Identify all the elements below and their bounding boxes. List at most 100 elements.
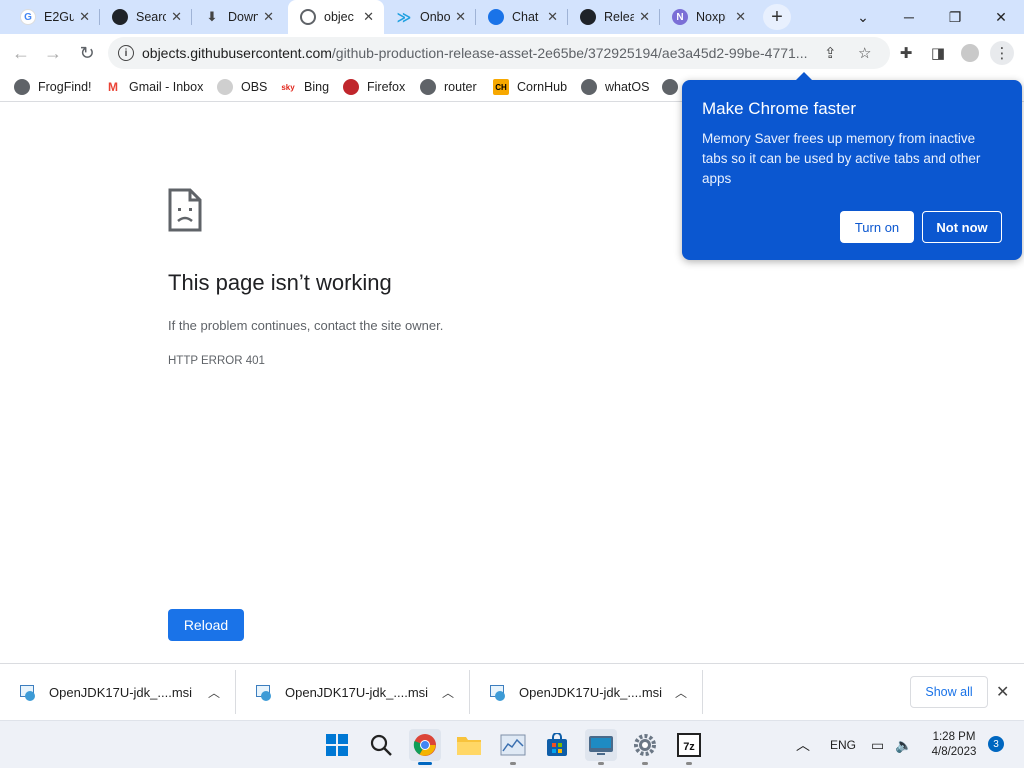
close-icon[interactable]: ✕ (735, 9, 746, 25)
bookmark-bing[interactable]: sky Bing (280, 77, 329, 97)
forward-button[interactable]: → (38, 38, 68, 68)
maximize-button[interactable]: ❐ (932, 0, 978, 34)
close-icon[interactable]: ✕ (171, 9, 182, 25)
taskbar-7zip[interactable]: 7z (673, 729, 705, 765)
new-tab-button[interactable]: + (763, 4, 791, 30)
reload-page-button[interactable]: Reload (168, 609, 244, 641)
chevron-up-icon[interactable]: ︿ (675, 684, 687, 701)
download-item[interactable]: OpenJDK17U-jdk_....msi ︿ (0, 664, 236, 721)
not-now-button[interactable]: Not now (922, 211, 1002, 243)
bookmark-gmail[interactable]: M Gmail - Inbox (105, 77, 203, 97)
close-shelf-icon[interactable]: ✕ (996, 682, 1009, 702)
taskbar-store[interactable] (541, 729, 573, 761)
gmail-icon: M (105, 79, 121, 95)
download-item[interactable]: OpenJDK17U-jdk_....msi ︿ (236, 664, 470, 721)
github-icon (217, 79, 233, 95)
tab-noxplayer[interactable]: N Noxplayer ✕ (660, 0, 756, 34)
menu-icon[interactable]: ⋮ (990, 41, 1014, 65)
clock[interactable]: 1:28 PM 4/8/2023 (926, 730, 982, 760)
close-icon[interactable]: ✕ (363, 9, 374, 25)
chart-app-icon (500, 734, 526, 756)
tab-objects[interactable]: objects ✕ (288, 0, 384, 34)
side-panel-icon[interactable]: ◨ (926, 41, 950, 65)
turn-on-button[interactable]: Turn on (840, 211, 914, 243)
search-button[interactable] (365, 729, 397, 761)
bookmark-firefox[interactable]: Firefox (343, 77, 405, 97)
bookmark-obs[interactable]: OBS (217, 77, 267, 97)
start-button[interactable] (321, 729, 353, 761)
taskbar-chrome[interactable] (409, 729, 441, 765)
share-icon[interactable]: ⇪ (824, 44, 837, 62)
github-icon (112, 9, 128, 25)
chevron-up-icon[interactable]: ︿ (208, 684, 220, 701)
reload-button[interactable]: ↻ (72, 38, 102, 68)
minimize-button[interactable]: ─ (886, 0, 932, 34)
clock-time: 1:28 PM (932, 731, 976, 743)
tab-downloads[interactable]: ⬇ Downloads ✕ (192, 0, 284, 34)
chevron-up-icon[interactable]: ︿ (442, 684, 454, 701)
download-item[interactable]: OpenJDK17U-jdk_....msi ︿ (470, 664, 703, 721)
language-indicator[interactable]: ENG (830, 721, 856, 768)
tab-e2guardian[interactable]: G E2Guardian ✕ (8, 0, 100, 34)
close-icon[interactable]: ✕ (263, 9, 274, 25)
bookmark-label: FrogFind! (38, 80, 92, 94)
network-icon[interactable]: ▭ (871, 721, 884, 768)
tab-search-chevron-icon[interactable]: ⌄ (840, 0, 886, 34)
tab-search[interactable]: Search ✕ (100, 0, 192, 34)
svg-text:7z: 7z (683, 741, 695, 753)
bookmark-star-icon[interactable]: ☆ (858, 44, 871, 62)
download-shelf: OpenJDK17U-jdk_....msi ︿ OpenJDK17U-jdk_… (0, 663, 1024, 720)
folder-icon (457, 737, 481, 755)
bookmark-label: router (444, 80, 477, 94)
extensions-icon[interactable]: ✚ (894, 41, 918, 65)
url-text: objects.githubusercontent.com/github-pro… (142, 45, 822, 61)
taskbar-settings[interactable] (629, 729, 661, 765)
store-icon (547, 733, 567, 756)
site-info-icon[interactable]: i (118, 45, 134, 61)
tab-title: Noxplayer (696, 10, 726, 24)
taskbar-photos[interactable] (497, 729, 529, 765)
chrome-icon (413, 734, 436, 756)
close-icon[interactable]: ✕ (79, 9, 90, 25)
monitor-icon (589, 736, 613, 755)
download-filename: OpenJDK17U-jdk_....msi (285, 685, 429, 700)
msi-file-icon (490, 684, 506, 701)
page-title: This page isn’t working (168, 270, 392, 295)
back-button[interactable]: ← (6, 38, 36, 68)
close-window-button[interactable]: ✕ (978, 0, 1024, 34)
tab-title: Onboarding (420, 10, 450, 24)
bookmark-frogfind[interactable]: FrogFind! (14, 77, 92, 97)
error-code: HTTP ERROR 401 (168, 355, 265, 367)
globe-icon (14, 79, 30, 95)
bubble-body: Memory Saver frees up memory from inacti… (702, 131, 981, 186)
tab-chat[interactable]: Chat ✕ (476, 0, 568, 34)
avatar[interactable] (958, 41, 982, 65)
bookmark-label: OBS (241, 80, 268, 94)
globe-icon (300, 9, 316, 25)
bookmark-label: Firefox (367, 80, 406, 94)
tab-releases[interactable]: Releases ✕ (568, 0, 660, 34)
globe-icon (581, 79, 597, 95)
close-icon[interactable]: ✕ (547, 9, 558, 25)
nox-icon: N (672, 9, 688, 25)
msi-file-icon (256, 684, 272, 701)
notification-badge[interactable]: 3 (988, 736, 1004, 752)
volume-icon[interactable]: 🔈 (895, 721, 912, 768)
ch-icon: CH (493, 79, 509, 95)
taskbar-remote-desktop[interactable] (585, 729, 617, 765)
address-bar[interactable]: i objects.githubusercontent.com/github-p… (108, 37, 890, 69)
7zip-icon: 7z (677, 733, 701, 757)
close-icon[interactable]: ✕ (455, 9, 466, 25)
tab-onboarding[interactable]: ≫ Onboarding ✕ (384, 0, 476, 34)
show-all-button[interactable]: Show all (910, 676, 988, 708)
tray-overflow-icon[interactable]: ︿ (796, 721, 810, 768)
bookmark-label: whatOS (605, 80, 650, 94)
sad-page-icon (168, 188, 202, 232)
bookmark-router[interactable]: router (420, 77, 477, 97)
bookmark-whatos[interactable]: whatOS (581, 77, 649, 97)
search-icon (370, 734, 392, 756)
globe-icon (420, 79, 436, 95)
close-icon[interactable]: ✕ (639, 9, 650, 25)
taskbar-file-explorer[interactable] (453, 729, 485, 761)
bookmark-cornhub[interactable]: CH CornHub (493, 77, 567, 97)
